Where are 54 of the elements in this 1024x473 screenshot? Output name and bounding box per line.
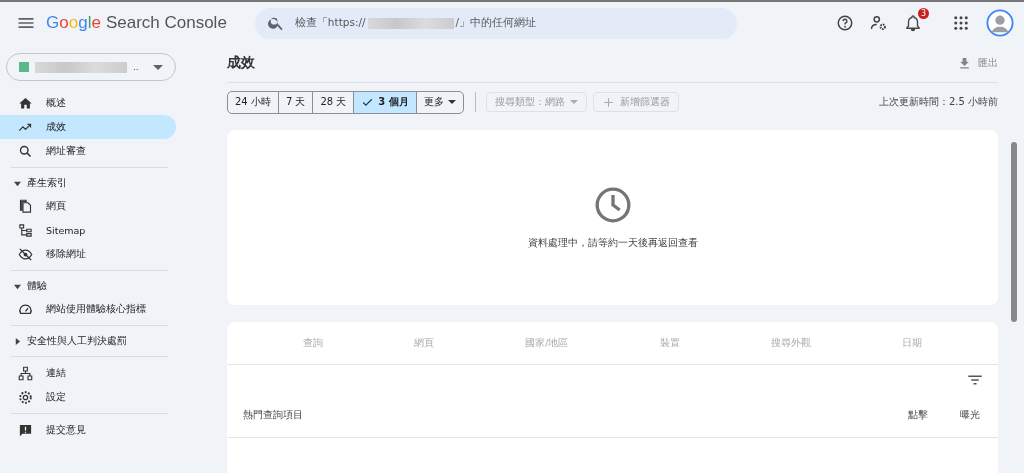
feedback-icon <box>18 422 33 438</box>
sidebar-item[interactable]: 成效 <box>0 115 176 139</box>
app-logo[interactable]: Google <box>46 13 101 33</box>
caret-icon <box>569 100 578 104</box>
sitemap-icon <box>18 222 33 238</box>
user-settings-icon[interactable] <box>870 14 888 32</box>
bell-icon[interactable] <box>904 14 922 32</box>
apps-grid-icon[interactable] <box>952 14 970 32</box>
placeholder-end: /」中的任何網址 <box>455 16 537 30</box>
date-range-chip[interactable]: 7 天 <box>278 91 314 113</box>
processing-message: 資料處理中，請等約一天後再返回查看 <box>527 237 698 250</box>
search-icon <box>18 143 33 159</box>
column-header[interactable]: 熱門查詢項目 <box>243 408 303 422</box>
gauge-icon <box>18 301 33 317</box>
column-header[interactable]: 曝光 <box>960 408 980 422</box>
date-range-chip[interactable]: 24 小時 <box>228 91 279 113</box>
sidebar-item[interactable]: 移除網址 <box>0 242 176 266</box>
property-name-end: .. <box>133 62 139 72</box>
sidebar-item[interactable]: Sitemap <box>0 218 176 242</box>
home-icon <box>18 95 33 111</box>
caret-icon <box>14 179 21 187</box>
sidebar-item[interactable]: 連結 <box>0 361 176 385</box>
last-updated-text: 上次更新時間：2.5 小時前 <box>878 95 998 109</box>
section-header[interactable]: 產生索引 <box>0 172 190 194</box>
caret-icon <box>447 100 456 104</box>
product-name: Search Console <box>105 13 227 33</box>
column-header[interactable]: 點擊 <box>908 408 928 422</box>
search-field[interactable]: 檢查「https:// /」中的任何網址 <box>254 7 737 39</box>
eye-off-icon <box>18 246 33 262</box>
avatar-icon[interactable] <box>986 9 1014 37</box>
section-header[interactable]: 安全性與人工判決處罰 <box>0 330 190 352</box>
download-icon <box>957 55 972 71</box>
caret-icon <box>14 282 21 290</box>
sidebar-item[interactable]: 網頁 <box>0 194 176 218</box>
help-icon[interactable] <box>836 14 854 32</box>
date-range-chip[interactable]: 3 個月 <box>354 91 417 113</box>
caret-icon <box>14 337 21 345</box>
date-range-chip[interactable]: 更多 <box>416 91 463 113</box>
sidebar-item[interactable]: 網站使用體驗核心指標 <box>0 297 176 321</box>
sidebar-item[interactable]: 設定 <box>0 385 176 409</box>
property-icon <box>19 62 29 72</box>
pages-icon <box>18 198 33 214</box>
section-header[interactable]: 體驗 <box>0 275 190 297</box>
caret-icon <box>153 64 163 70</box>
settings-icon <box>18 389 33 405</box>
network-icon <box>18 365 33 381</box>
export-button[interactable]: 匯出 <box>957 55 998 71</box>
placeholder-start: 檢查「https:// <box>294 16 366 30</box>
page-title: 成效 <box>227 54 255 72</box>
plus-icon <box>601 95 615 109</box>
sidebar-item[interactable]: 網址審查 <box>0 139 176 163</box>
notification-badge: 3 <box>918 8 929 19</box>
sidebar-item[interactable]: 提交意見 <box>0 418 176 442</box>
sidebar-item[interactable]: 概述 <box>0 91 176 115</box>
